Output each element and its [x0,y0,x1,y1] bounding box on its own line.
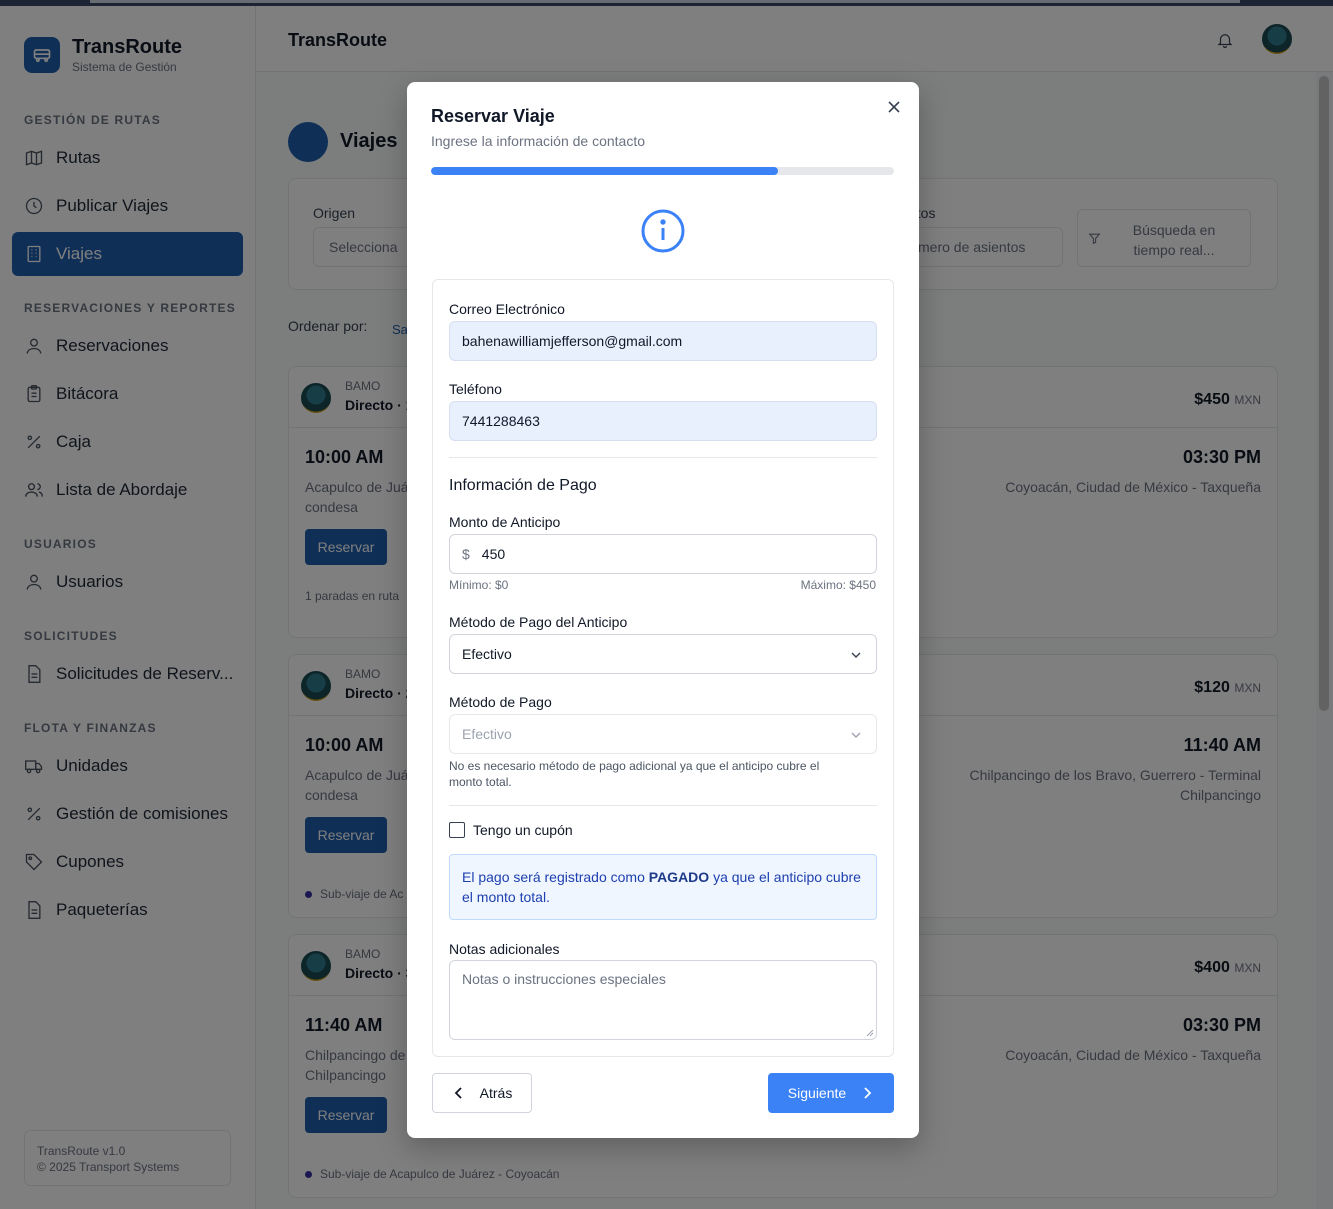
alert-text-bold: PAGADO [648,869,710,885]
close-icon[interactable] [886,99,902,115]
payment-method-value: Efectivo [462,726,512,742]
deposit-max-hint: Máximo: $450 [800,578,876,592]
email-label: Correo Electrónico [449,301,565,317]
payment-section-title: Información de Pago [449,477,597,494]
progress-fill [431,167,779,175]
next-button-label: Siguiente [787,1085,847,1101]
deposit-amount-input[interactable]: $ 450 [449,534,877,574]
phone-label: Teléfono [449,381,502,397]
chevron-right-icon [864,1087,872,1099]
deposit-label: Monto de Anticipo [449,514,561,530]
notes-placeholder: Notas o instrucciones especiales [462,971,666,987]
modal-subtitle: Ingrese la información de contacto [431,133,646,149]
payment-method-note: No es necesario método de pago adicional… [449,759,820,789]
checkbox-box[interactable] [449,822,465,838]
paid-info-alert: El pago será registrado como PAGADO ya q… [449,854,877,920]
deposit-min-hint: Mínimo: $0 [449,578,509,592]
email-field[interactable]: bahenawilliamjefferson@gmail.com [449,321,877,361]
payment-method-label: Método de Pago [449,694,552,710]
phone-field[interactable]: 7441288463 [449,401,877,441]
deposit-amount-value: 450 [481,546,506,562]
contact-form: Correo Electrónico bahenawilliamjefferso… [432,279,894,1057]
chevron-left-icon [454,1087,462,1099]
back-button-label: Atrás [479,1085,513,1101]
currency-prefix: $ [462,546,470,562]
step-progress-bar [431,167,894,175]
coupon-label: Tengo un cupón [473,822,573,838]
notes-textarea[interactable]: Notas o instrucciones especiales [449,960,877,1040]
info-icon [641,209,685,253]
chevron-down-icon [851,652,861,658]
payment-method-select[interactable]: Efectivo [449,714,877,754]
deposit-method-label: Método de Pago del Anticipo [449,614,628,630]
resize-handle-icon[interactable] [866,1029,874,1037]
coupon-checkbox[interactable]: Tengo un cupón [449,822,573,838]
reserve-trip-modal: Reservar Viaje Ingrese la información de… [407,82,919,1138]
deposit-method-value: Efectivo [462,646,512,662]
next-button[interactable]: Siguiente [768,1073,894,1113]
notes-label: Notas adicionales [449,941,560,957]
chevron-down-icon [851,732,861,738]
alert-text-prefix: El pago será registrado como [462,869,649,885]
modal-title: Reservar Viaje [431,106,555,126]
back-button[interactable]: Atrás [432,1073,532,1113]
deposit-method-select[interactable]: Efectivo [449,634,877,674]
